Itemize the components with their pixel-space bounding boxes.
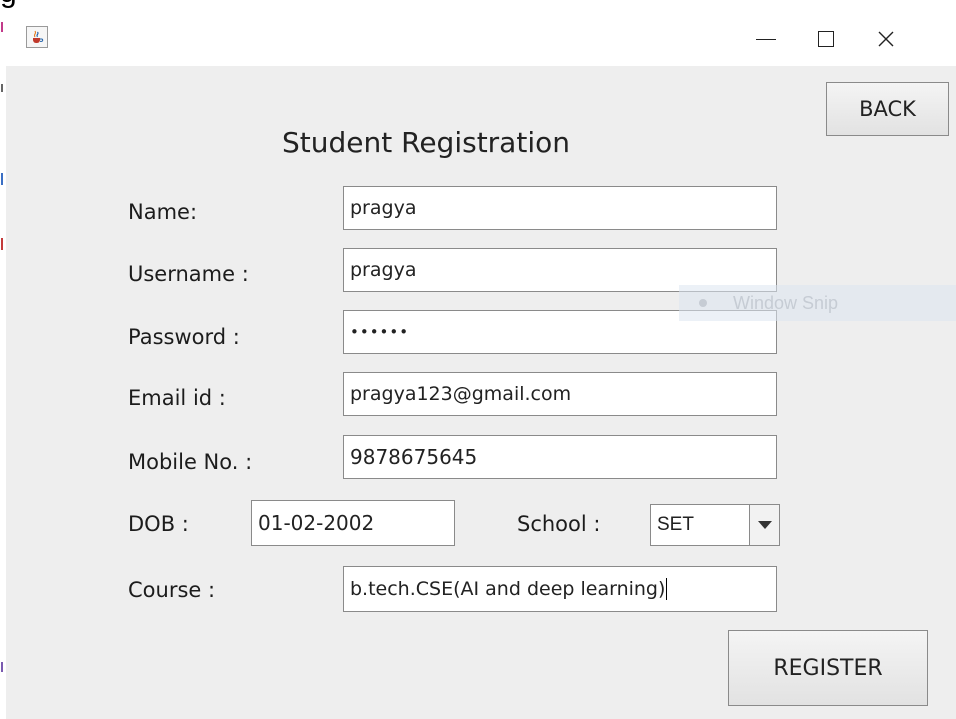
- dob-label: DOB :: [128, 512, 189, 536]
- username-label: Username :: [128, 262, 249, 286]
- course-label: Course :: [128, 578, 216, 602]
- edge-mark: [1, 22, 3, 32]
- mobile-field[interactable]: 9878675645: [343, 435, 777, 479]
- close-icon: [878, 31, 894, 47]
- course-field[interactable]: b.tech.CSE(AI and deep learning): [343, 566, 777, 612]
- dropdown-triangle: [757, 521, 772, 529]
- chevron-down-icon[interactable]: [749, 505, 779, 545]
- window-snip-overlay: Window Snip: [679, 285, 956, 321]
- back-button[interactable]: BACK: [826, 82, 949, 136]
- mobile-label: Mobile No. :: [128, 450, 253, 474]
- form-panel: BACK Student Registration Name: pragya U…: [6, 66, 956, 719]
- edge-mark: [1, 173, 3, 185]
- java-coffee-icon-graphic: [33, 30, 44, 43]
- app-window: BACK Student Registration Name: pragya U…: [6, 12, 956, 719]
- email-label: Email id :: [128, 386, 226, 410]
- window-snip-text: Window Snip: [733, 292, 839, 313]
- edge-mark: [1, 84, 3, 92]
- course-field-text: b.tech.CSE(AI and deep learning): [350, 578, 666, 600]
- dob-field[interactable]: 01-02-2002: [251, 500, 455, 546]
- register-button[interactable]: REGISTER: [728, 630, 928, 706]
- minimize-button[interactable]: [736, 12, 796, 66]
- email-field[interactable]: pragya123@gmail.com: [343, 372, 777, 416]
- edge-mark: [1, 238, 3, 250]
- close-button[interactable]: [856, 12, 916, 66]
- name-field[interactable]: pragya: [343, 186, 777, 230]
- title-bar: [6, 12, 956, 66]
- page-title: Student Registration: [282, 126, 570, 159]
- school-select-value: SET: [657, 514, 694, 535]
- record-dot-icon: [699, 299, 707, 307]
- school-label: School :: [517, 512, 601, 536]
- edge-mark: [1, 662, 3, 672]
- password-label: Password :: [128, 325, 240, 349]
- maximize-icon: [818, 31, 834, 47]
- name-label: Name:: [128, 200, 198, 224]
- maximize-button[interactable]: [796, 12, 856, 66]
- minimize-icon: [756, 38, 776, 40]
- text-caret: [666, 578, 668, 600]
- java-coffee-icon[interactable]: [26, 26, 48, 48]
- school-select[interactable]: SET: [650, 504, 780, 546]
